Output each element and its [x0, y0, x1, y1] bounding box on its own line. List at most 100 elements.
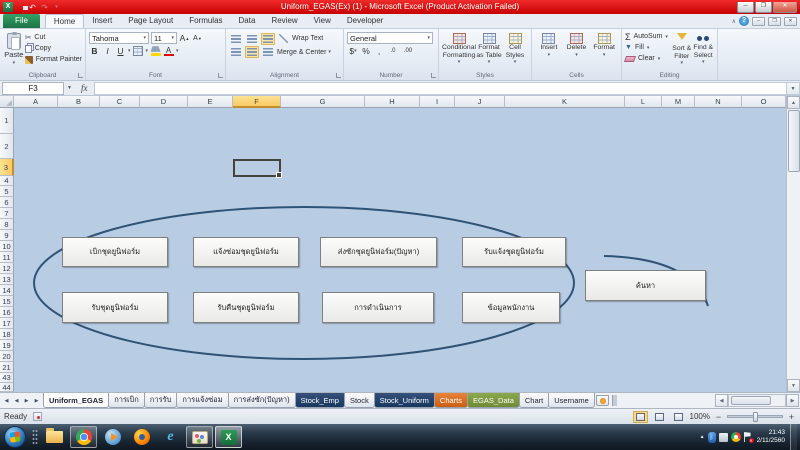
button-return-uniform[interactable]: รับคืนชุดยูนิฟอร์ม — [193, 292, 299, 323]
sheet-tab-receiving[interactable]: การรับ — [144, 393, 178, 408]
row-header-3-selected[interactable]: 3 — [0, 159, 14, 176]
last-sheet-icon[interactable]: ▶ — [32, 398, 41, 404]
horizontal-scrollbar[interactable]: ◀ ▶ — [715, 393, 800, 408]
next-sheet-icon[interactable]: ▶ — [22, 398, 31, 404]
zoom-slider-thumb[interactable] — [753, 412, 758, 422]
tab-page-layout[interactable]: Page Layout — [120, 14, 181, 28]
zoom-slider[interactable] — [727, 415, 783, 418]
column-header-m[interactable]: M — [662, 96, 695, 108]
button-employee-data[interactable]: ข้อมูลพนักงาน — [462, 292, 560, 323]
column-header-k[interactable]: K — [505, 96, 625, 108]
taskbar-media-player-button[interactable] — [99, 426, 126, 448]
row-header[interactable]: 19 — [0, 340, 14, 351]
format-painter-button[interactable]: Format Painter — [25, 54, 82, 65]
page-layout-view-button[interactable] — [652, 411, 667, 423]
sheet-tab-stock[interactable]: Stock — [344, 393, 375, 408]
button-report-repair-uniform[interactable]: แจ้งซ่อมชุดยูนิฟอร์ม — [193, 237, 299, 267]
column-header-g[interactable]: G — [281, 96, 365, 108]
row-header[interactable]: 11 — [0, 252, 14, 263]
minimize-button[interactable]: ─ — [737, 2, 754, 13]
scroll-right-icon[interactable]: ▶ — [786, 394, 799, 407]
font-size-select[interactable]: 11▾ — [151, 32, 177, 44]
previous-sheet-icon[interactable]: ◀ — [12, 398, 21, 404]
row-header[interactable]: 17 — [0, 318, 14, 329]
row-header[interactable]: 2 — [0, 134, 14, 159]
taskbar-explorer-button[interactable] — [41, 426, 68, 448]
clipboard-dialog-launcher[interactable] — [78, 73, 83, 78]
column-header-j[interactable]: J — [455, 96, 505, 108]
font-dialog-launcher[interactable] — [218, 73, 223, 78]
align-left-button[interactable] — [229, 46, 243, 58]
insert-cells-button[interactable]: Insert ▾ — [535, 31, 563, 70]
first-sheet-icon[interactable]: ◀ — [2, 398, 11, 404]
show-desktop-button[interactable] — [790, 424, 797, 450]
font-color-button[interactable]: A — [163, 45, 174, 57]
number-dialog-launcher[interactable] — [431, 73, 436, 78]
expand-formula-bar-icon[interactable]: ▼ — [786, 82, 800, 95]
scroll-down-icon[interactable]: ▼ — [787, 379, 800, 392]
column-header-a[interactable]: A — [14, 96, 58, 108]
worksheet-canvas[interactable]: 1 2 3 4 5 6 7 8 9 10 11 12 13 14 15 16 1… — [0, 108, 786, 392]
horizontal-scroll-thumb[interactable] — [731, 396, 771, 405]
column-header-n[interactable]: N — [695, 96, 742, 108]
scroll-up-icon[interactable]: ▲ — [787, 96, 800, 109]
tab-file[interactable]: File — [3, 14, 40, 28]
borders-dropdown-icon[interactable]: ▾ — [146, 48, 149, 54]
row-header[interactable]: 43 — [0, 373, 14, 383]
insert-worksheet-tab[interactable] — [596, 395, 609, 406]
column-header-c[interactable]: C — [100, 96, 140, 108]
restore-button[interactable]: ❐ — [755, 2, 772, 13]
row-header[interactable]: 4 — [0, 176, 14, 186]
row-header[interactable]: 1 — [0, 108, 14, 134]
cell-styles-button[interactable]: Cell Styles ▾ — [502, 31, 528, 70]
number-format-select[interactable]: General▾ — [347, 32, 433, 44]
row-header[interactable]: 9 — [0, 230, 14, 241]
borders-button[interactable] — [133, 45, 144, 57]
page-break-view-button[interactable] — [671, 411, 686, 423]
tab-formulas[interactable]: Formulas — [181, 14, 230, 28]
row-header[interactable]: 21 — [0, 362, 14, 373]
align-middle-button[interactable] — [245, 33, 259, 45]
vertical-scroll-thumb[interactable] — [788, 110, 800, 172]
column-header-d[interactable]: D — [140, 96, 188, 108]
row-header[interactable]: 13 — [0, 274, 14, 285]
tab-data[interactable]: Data — [231, 14, 264, 28]
delete-cells-button[interactable]: Delete ▾ — [563, 31, 591, 70]
taskbar-paint-button[interactable] — [186, 426, 213, 448]
paste-dropdown-icon[interactable]: ▾ — [13, 60, 16, 66]
sheet-tab-withdrawal[interactable]: การเบิก — [108, 393, 145, 408]
align-top-button[interactable] — [229, 33, 243, 45]
sheet-tab-wash[interactable]: การส่งซัก(ปัญหา) — [228, 393, 296, 408]
accounting-format-button[interactable]: $▾ — [349, 45, 357, 57]
row-header[interactable]: 10 — [0, 241, 14, 252]
cut-button[interactable]: ✂Cut — [25, 32, 82, 43]
save-button[interactable] — [16, 2, 25, 13]
help-icon[interactable]: ? — [739, 16, 749, 26]
sheet-tab-charts[interactable]: Charts — [434, 393, 468, 408]
find-select-button[interactable]: Find & Select ▾ — [693, 31, 715, 70]
column-header-f-selected[interactable]: F — [233, 96, 281, 108]
row-header[interactable]: 5 — [0, 186, 14, 197]
merge-center-button[interactable]: Merge & Center — [277, 49, 326, 56]
tray-chrome-icon[interactable] — [731, 432, 741, 442]
decrease-decimal-button[interactable]: .00 — [403, 45, 413, 57]
scroll-left-icon[interactable]: ◀ — [715, 394, 728, 407]
grow-font-button[interactable]: A▲ — [179, 32, 190, 44]
sheet-tab-repair[interactable]: การแจ้งซ่อม — [176, 393, 228, 408]
conditional-formatting-button[interactable]: Conditional Formatting ▾ — [442, 31, 476, 70]
zoom-in-button[interactable]: + — [787, 412, 796, 422]
underline-dropdown-icon[interactable]: ▾ — [128, 48, 131, 54]
sheet-tab-stock-emp[interactable]: Stock_Emp — [295, 393, 345, 408]
font-color-dropdown-icon[interactable]: ▾ — [176, 48, 179, 54]
alignment-dialog-launcher[interactable] — [336, 73, 341, 78]
tab-split-handle[interactable] — [612, 395, 617, 406]
orientation-button[interactable] — [277, 32, 290, 45]
show-hidden-icons[interactable]: ▲ — [700, 434, 705, 440]
taskbar-clock[interactable]: 21:43 2/11/2560 — [755, 429, 787, 445]
italic-button[interactable]: I — [102, 45, 113, 57]
name-box-dropdown-icon[interactable]: ▼ — [64, 85, 75, 91]
align-center-button[interactable] — [245, 46, 259, 58]
taskbar-chrome-button[interactable] — [70, 426, 97, 448]
sheet-tab-stock-uniform[interactable]: Stock_Uniform — [374, 393, 435, 408]
button-send-wash-uniform[interactable]: ส่งซักชุดยูนิฟอร์ม(ปัญหา) — [320, 237, 437, 267]
